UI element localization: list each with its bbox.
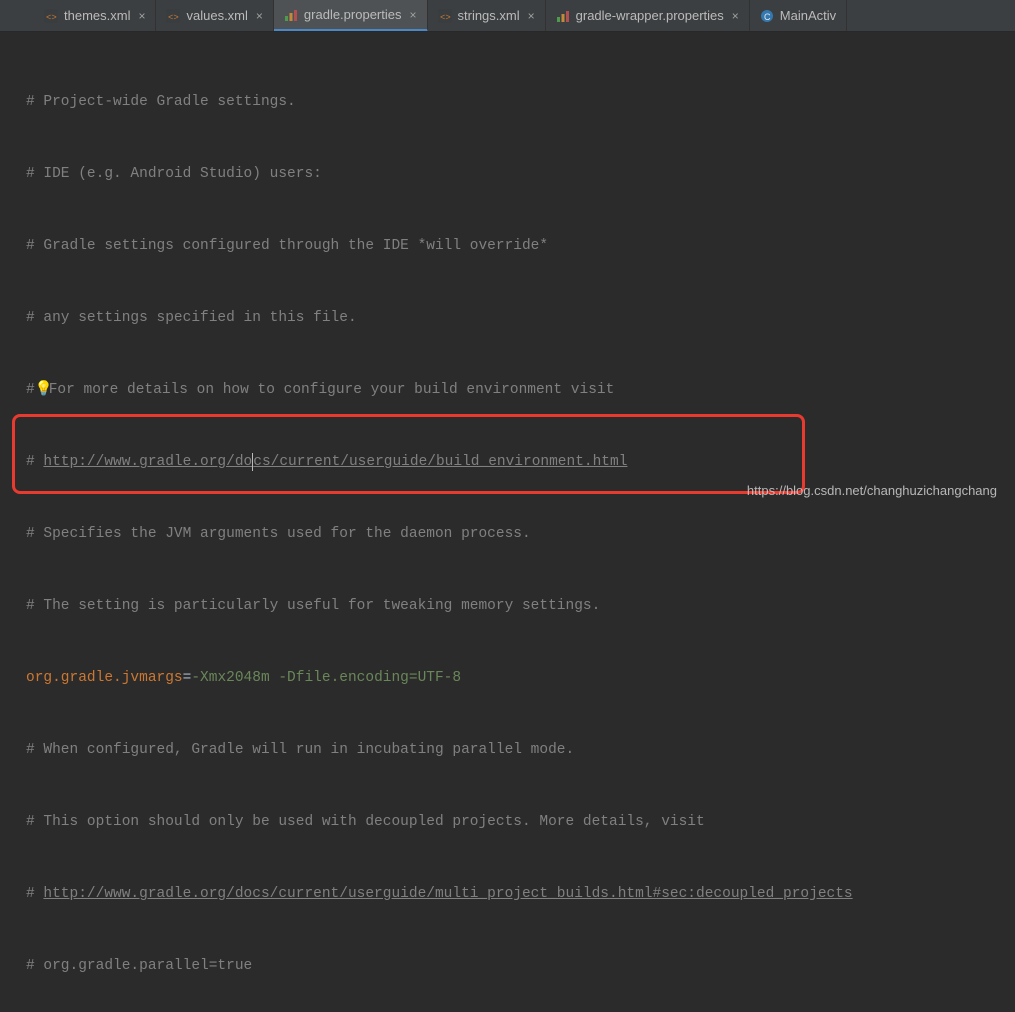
- property-value: -Xmx2048m -Dfile.encoding=UTF-8: [191, 666, 461, 690]
- close-icon[interactable]: ×: [732, 9, 739, 23]
- xml-file-icon: <>: [44, 9, 58, 23]
- tab-label: values.xml: [186, 8, 247, 23]
- tab-themes-xml[interactable]: <> themes.xml ×: [34, 0, 156, 31]
- code-comment: #: [26, 450, 43, 474]
- property-key: org.gradle.jvmargs: [26, 666, 183, 690]
- code-comment: For more details on how to configure you…: [49, 378, 615, 402]
- equals-sign: =: [183, 666, 192, 690]
- tabbar-spacer: [0, 0, 34, 31]
- tab-gradle-wrapper-properties[interactable]: gradle-wrapper.properties ×: [546, 0, 750, 31]
- code-comment: # The setting is particularly useful for…: [26, 594, 600, 618]
- code-link[interactable]: http://www.gradle.org/do: [43, 450, 252, 474]
- code-comment: # any settings specified in this file.: [26, 306, 357, 330]
- code-comment: # This option should only be used with d…: [26, 810, 705, 834]
- code-editor[interactable]: # Project-wide Gradle settings. # IDE (e…: [0, 32, 1015, 1012]
- xml-file-icon: <>: [166, 9, 180, 23]
- xml-file-icon: <>: [438, 9, 452, 23]
- svg-text:<>: <>: [168, 13, 179, 23]
- tab-label: gradle-wrapper.properties: [576, 8, 724, 23]
- tab-bar: <> themes.xml × <> values.xml × gradle.p…: [0, 0, 1015, 32]
- tab-label: gradle.properties: [304, 7, 402, 22]
- properties-file-icon: [556, 9, 570, 23]
- bulb-icon[interactable]: 💡: [35, 378, 49, 402]
- tab-main-activity[interactable]: C MainActiv: [750, 0, 847, 31]
- code-link[interactable]: http://www.gradle.org/docs/current/userg…: [43, 882, 852, 906]
- tab-gradle-properties[interactable]: gradle.properties ×: [274, 0, 428, 32]
- svg-text:<>: <>: [440, 13, 451, 23]
- tab-label: strings.xml: [458, 8, 520, 23]
- tab-label: MainActiv: [780, 8, 836, 23]
- close-icon[interactable]: ×: [528, 9, 535, 23]
- code-comment: # Project-wide Gradle settings.: [26, 90, 296, 114]
- class-file-icon: C: [760, 9, 774, 23]
- code-comment: # When configured, Gradle will run in in…: [26, 738, 574, 762]
- tab-values-xml[interactable]: <> values.xml ×: [156, 0, 273, 31]
- close-icon[interactable]: ×: [256, 9, 263, 23]
- tab-strings-xml[interactable]: <> strings.xml ×: [428, 0, 546, 31]
- svg-text:C: C: [764, 12, 771, 22]
- svg-text:<>: <>: [46, 13, 57, 23]
- code-comment: #: [26, 882, 43, 906]
- tab-label: themes.xml: [64, 8, 130, 23]
- code-comment: # Specifies the JVM arguments used for t…: [26, 522, 531, 546]
- code-comment: # org.gradle.parallel=true: [26, 954, 252, 978]
- code-comment: #: [26, 378, 35, 402]
- code-comment: # Gradle settings configured through the…: [26, 234, 548, 258]
- code-link[interactable]: cs/current/userguide/build_environment.h…: [253, 450, 627, 474]
- properties-file-icon: [284, 8, 298, 22]
- close-icon[interactable]: ×: [138, 9, 145, 23]
- code-comment: # IDE (e.g. Android Studio) users:: [26, 162, 322, 186]
- close-icon[interactable]: ×: [409, 8, 416, 22]
